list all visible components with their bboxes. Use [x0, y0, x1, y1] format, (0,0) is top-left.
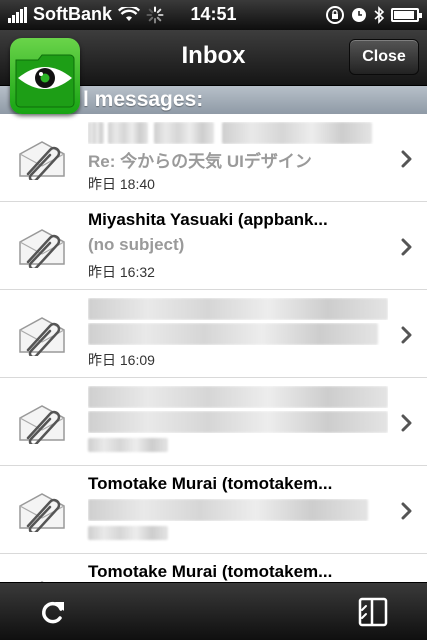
paperclip-envelope-icon [19, 493, 65, 532]
chevron-right-icon [401, 502, 412, 520]
message-date: 昨日 16:32 [88, 264, 155, 280]
chevron-right-icon [401, 414, 412, 432]
split-view-icon[interactable] [357, 596, 389, 628]
message-date: 昨日 18:40 [88, 176, 155, 192]
message-date: 昨日 16:09 [88, 352, 155, 368]
bluetooth-icon [374, 6, 385, 24]
message-sender [88, 298, 388, 320]
battery-icon [391, 8, 422, 22]
message-sender: Miyashita Yasuaki (appbank... [88, 210, 328, 229]
message-subject [88, 323, 388, 345]
message-date [88, 438, 168, 455]
message-row[interactable]: Re: 今からの天気 UIデザイン 昨日 18:40 [0, 114, 427, 202]
battery-fill [394, 11, 415, 19]
close-button[interactable]: Close [349, 39, 419, 75]
paperclip-envelope-icon [19, 405, 65, 444]
message-subject [88, 499, 388, 521]
message-subject: (no subject) [88, 235, 185, 254]
message-list[interactable]: Re: 今からの天気 UIデザイン 昨日 18:40 Miyashita Yas… [0, 114, 427, 582]
message-sender [88, 122, 388, 144]
message-row[interactable]: Miyashita Yasuaki (appbank... (no subjec… [0, 202, 427, 290]
app-icon [10, 38, 80, 114]
message-sender: Tomotake Murai (tomotakem... [88, 562, 333, 581]
alarm-clock-icon [352, 8, 366, 22]
message-row[interactable]: 昨日 16:09 [0, 290, 427, 378]
paperclip-envelope-icon [19, 317, 65, 356]
message-date [88, 526, 168, 543]
refresh-icon[interactable] [36, 597, 70, 627]
message-row[interactable]: Tomotake Murai (tomotakem... [0, 554, 427, 582]
chevron-right-icon [401, 238, 412, 256]
message-sender [88, 386, 388, 408]
eye-icon [15, 54, 75, 108]
message-row[interactable]: Tomotake Murai (tomotakem... [0, 466, 427, 554]
bottom-toolbar [0, 582, 427, 640]
message-subject [88, 411, 388, 433]
paperclip-envelope-icon [19, 141, 65, 180]
paperclip-envelope-icon [19, 229, 65, 268]
chevron-right-icon [401, 326, 412, 344]
rotation-lock-icon [326, 6, 344, 24]
status-bar: SoftBank 14:51 [0, 0, 427, 30]
status-right-group [325, 5, 422, 25]
chevron-right-icon [401, 150, 412, 168]
message-row[interactable] [0, 378, 427, 466]
message-subject: Re: 今からの天気 UIデザイン [88, 152, 312, 169]
message-sender: Tomotake Murai (tomotakem... [88, 474, 333, 493]
